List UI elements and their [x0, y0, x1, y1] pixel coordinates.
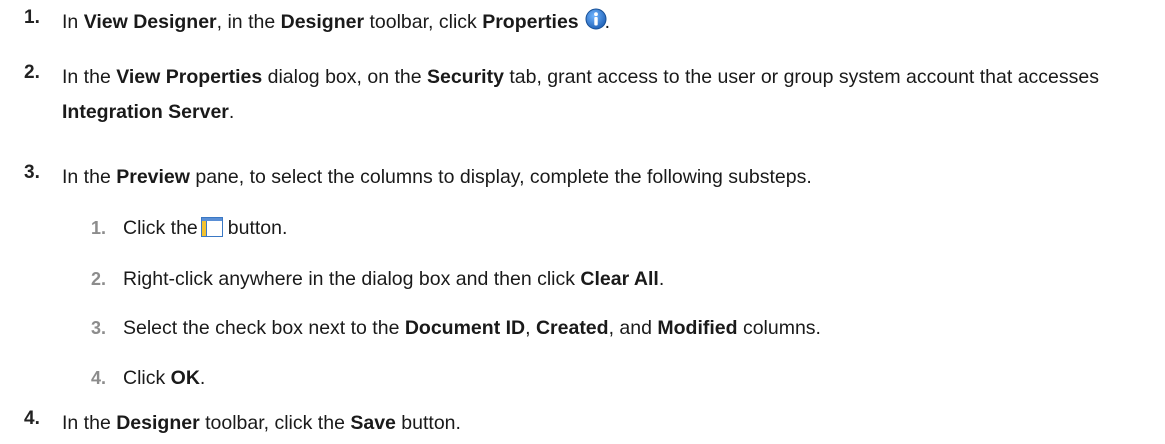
ui-term: Designer	[280, 11, 365, 33]
columns-icon	[200, 214, 223, 237]
info-icon	[585, 7, 607, 30]
substep-text: Click OK.	[123, 367, 206, 389]
substep-number: 4.	[91, 368, 107, 388]
substep-text: Select the check box next to the Documen…	[123, 317, 821, 339]
ui-term: Clear All	[580, 268, 659, 290]
step-text: In the View Properties dialog box, on th…	[62, 66, 1099, 123]
substep-number: 2.	[91, 269, 107, 289]
ui-term: Integration Server	[62, 101, 229, 123]
substep-text: Click the button.	[123, 211, 287, 246]
step-text: In the Preview pane, to select the colum…	[62, 166, 812, 188]
step-number: 3.	[24, 162, 40, 183]
step-text: In View Designer, in the Designer toolba…	[62, 5, 1157, 40]
ui-term: Document ID	[404, 317, 526, 339]
substep-number: 1.	[91, 218, 107, 238]
ui-term: Save	[350, 412, 396, 434]
ui-term: Created	[535, 317, 609, 339]
ui-term: View Properties	[116, 66, 263, 88]
step-number: 1.	[24, 7, 40, 28]
ui-term: Modified	[657, 317, 738, 339]
ui-term: Designer	[116, 412, 200, 434]
substep-number: 3.	[91, 318, 107, 338]
ui-term: Properties	[482, 11, 579, 33]
ui-term: Preview	[116, 166, 190, 188]
step-text: In the Designer toolbar, click the Save …	[62, 412, 461, 434]
ui-term: View Designer	[83, 11, 217, 33]
step-number: 2.	[24, 62, 40, 83]
substep-text: Right-click anywhere in the dialog box a…	[123, 268, 665, 290]
procedure-document: 1. In View Designer, in the Designer too…	[0, 0, 1165, 444]
step-number: 4.	[24, 408, 40, 429]
ui-term: Security	[426, 66, 504, 88]
ui-term: OK	[170, 367, 200, 389]
